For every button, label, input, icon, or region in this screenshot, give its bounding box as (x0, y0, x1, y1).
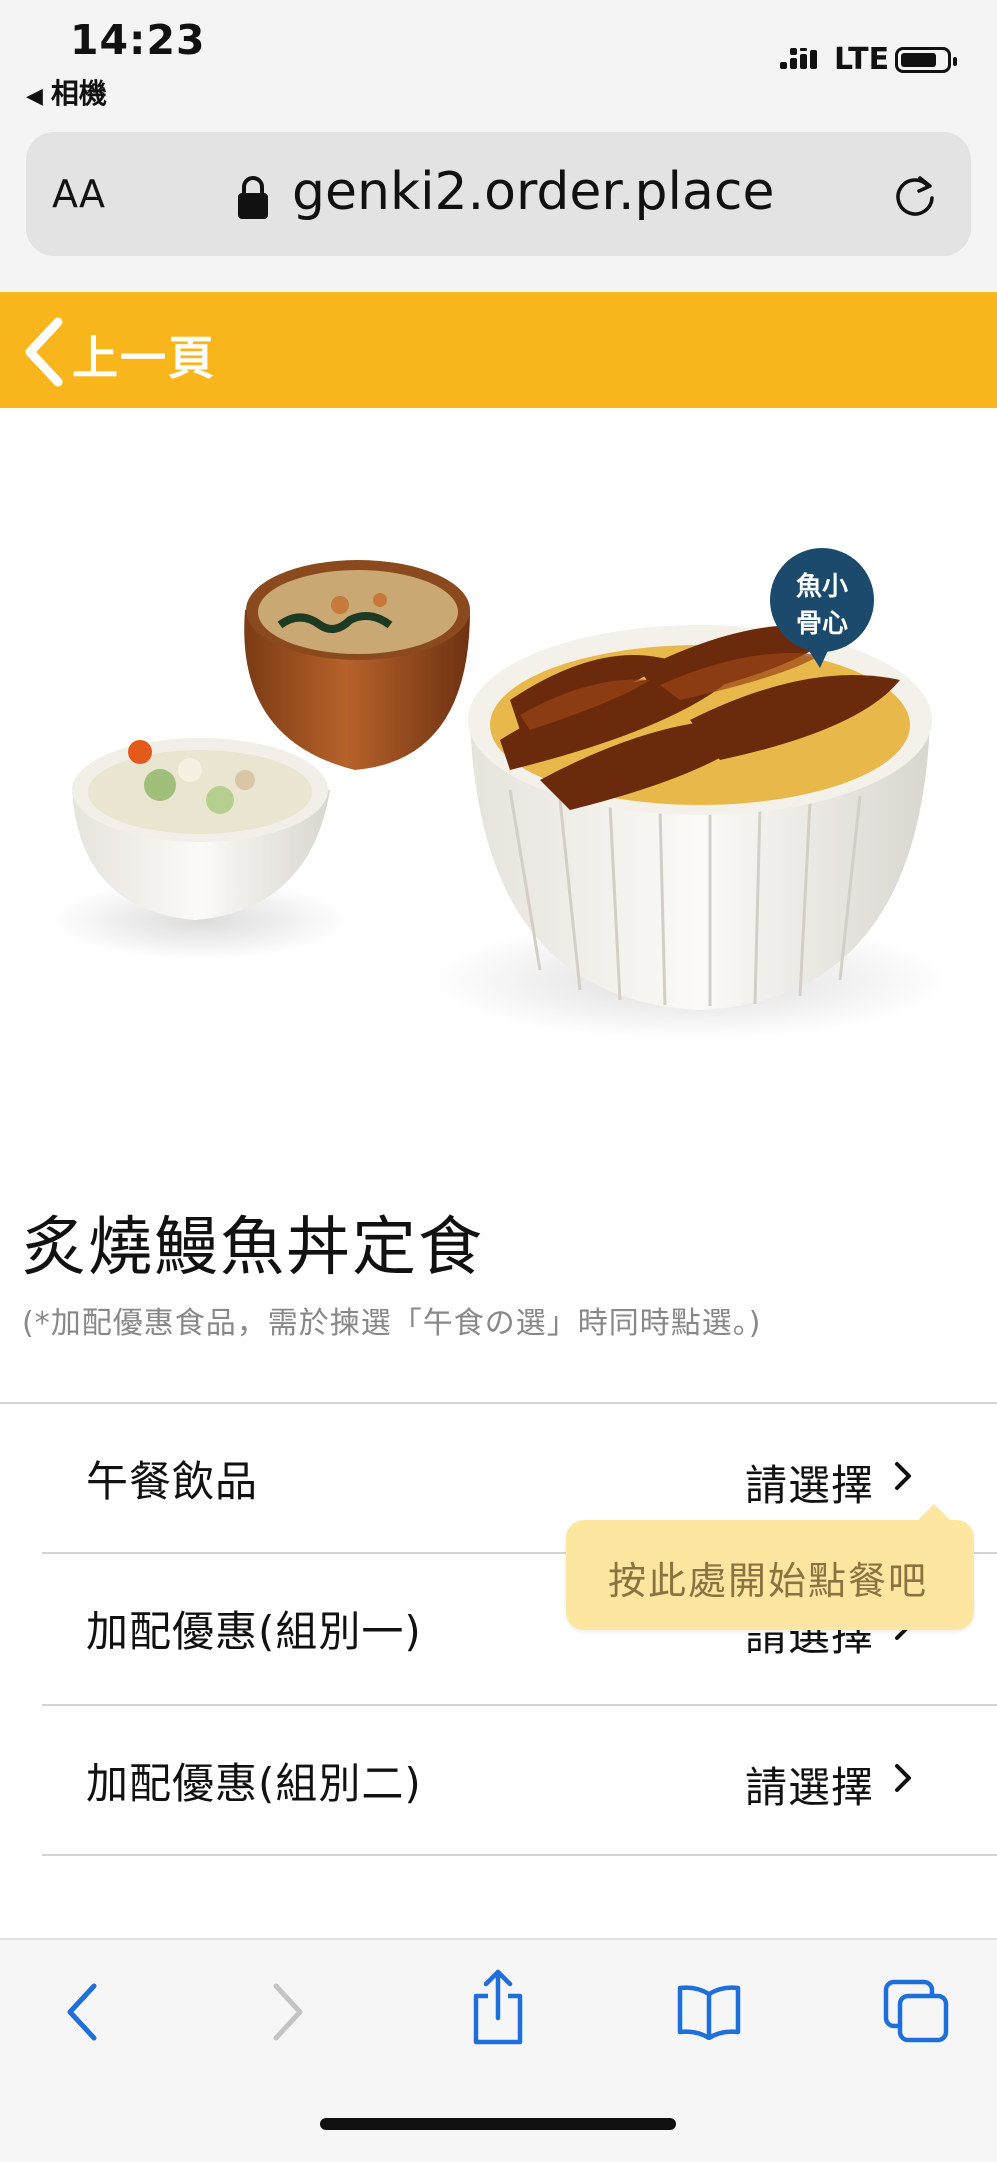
badge-line-2: 骨心 (795, 609, 848, 639)
share-icon[interactable] (468, 1968, 528, 2048)
tooltip-arrow (916, 1504, 952, 1522)
text-size-button[interactable]: AA (52, 172, 105, 216)
address-bar[interactable]: AA genki2.order.place (26, 132, 971, 256)
battery-nub (953, 57, 957, 66)
option-label: 加配優惠(組別二) (86, 1759, 422, 1808)
chevron-right-icon (895, 1462, 911, 1490)
status-bar: 14:23 ◀ 相機 LTE (0, 0, 997, 130)
browser-url-area: AA genki2.order.place (0, 130, 997, 292)
text-size-label: AA (52, 172, 106, 216)
badge-line-1: 魚小 (795, 572, 848, 602)
back-app-label: 相機 (50, 77, 107, 110)
tooltip-text: 按此處開始點餐吧 (608, 1559, 929, 1603)
divider (42, 1704, 997, 1706)
url-text[interactable]: genki2.order.place (292, 162, 774, 222)
badge-tail (806, 646, 830, 668)
page-header: 上一頁 (0, 292, 997, 408)
back-triangle-icon: ◀ (26, 84, 43, 109)
battery-icon (895, 47, 957, 73)
back-icon[interactable] (62, 1980, 102, 2044)
reload-icon[interactable] (892, 172, 938, 218)
product-title: 炙燒鰻魚丼定食 (22, 1211, 484, 1285)
forward-icon[interactable] (268, 1980, 308, 2044)
tabs-icon[interactable] (882, 1978, 950, 2044)
product-note: (*加配優惠食品，需於揀選「午食の選」時同時點選。) (22, 1306, 762, 1341)
back-to-app-button[interactable]: ◀ 相機 (26, 72, 107, 112)
battery-fill (901, 53, 936, 67)
home-indicator[interactable] (320, 2118, 676, 2130)
chevron-right-icon (895, 1764, 911, 1792)
option-select-value[interactable]: 請選擇 (745, 1754, 874, 1815)
signal-icon (780, 48, 817, 69)
status-time: 14:23 (70, 16, 206, 64)
divider (42, 1854, 997, 1856)
network-type: LTE (834, 42, 890, 77)
back-label: 上一頁 (72, 331, 216, 385)
option-select-value[interactable]: 請選擇 (745, 1452, 874, 1513)
option-label: 加配優惠(組別一) (86, 1607, 422, 1656)
chevron-left-icon (25, 317, 63, 387)
start-order-tooltip[interactable]: 按此處開始點餐吧 (566, 1504, 974, 1630)
option-label: 午餐飲品 (86, 1457, 259, 1506)
lock-icon (238, 176, 268, 219)
bookmarks-icon[interactable] (676, 1984, 742, 2040)
divider (0, 1402, 997, 1404)
small-bones-badge: 魚小 骨心 (770, 548, 874, 668)
